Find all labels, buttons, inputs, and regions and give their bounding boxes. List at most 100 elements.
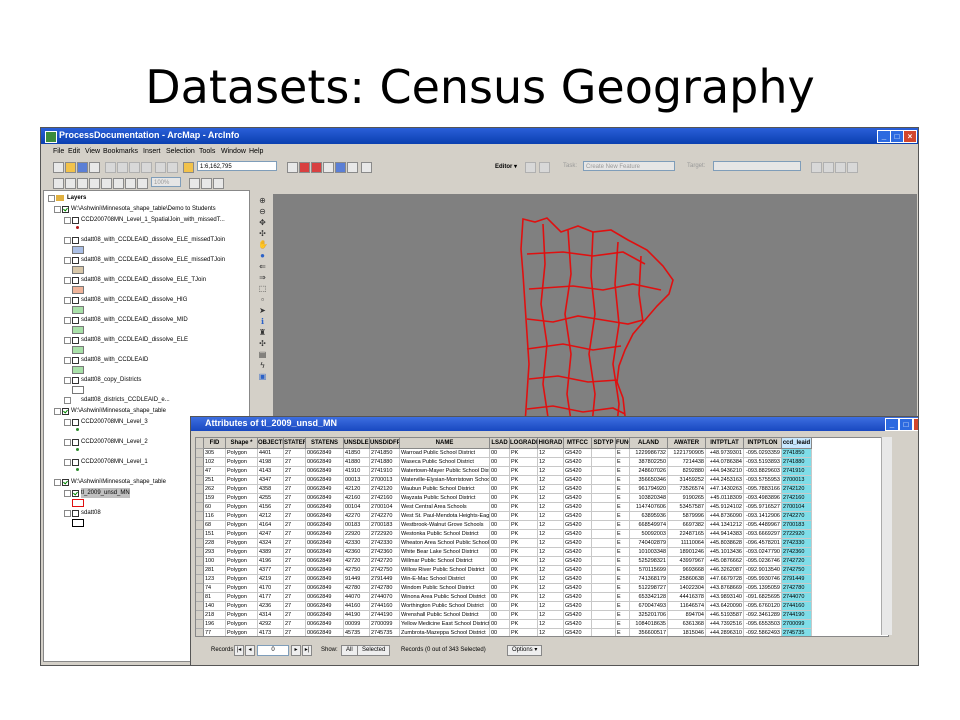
table-cell[interactable]: 27 — [284, 557, 306, 566]
table-cell[interactable]: 2744070 — [782, 593, 812, 602]
table-cell[interactable]: E — [616, 485, 630, 494]
table-cell[interactable]: G5420 — [564, 476, 592, 485]
expand-icon[interactable] — [64, 510, 71, 517]
table-cell[interactable]: 42270 — [344, 512, 370, 521]
table-cell[interactable]: 00662849 — [306, 557, 344, 566]
table-cell[interactable]: 00013 — [344, 476, 370, 485]
table-cell[interactable]: 12 — [538, 602, 564, 611]
redo-icon[interactable] — [167, 162, 178, 173]
table-cell[interactable]: 14022304 — [668, 584, 706, 593]
table-cell[interactable]: 12 — [538, 620, 564, 629]
table-cell[interactable]: Polygon — [226, 521, 258, 530]
table-cell[interactable]: 00662849 — [306, 620, 344, 629]
table-cell[interactable]: 2742120 — [370, 485, 400, 494]
expand-icon[interactable] — [64, 217, 71, 224]
expand-icon[interactable] — [64, 237, 71, 244]
attribute-vertical-scrollbar[interactable] — [881, 437, 892, 635]
table-cell[interactable]: 27 — [284, 566, 306, 575]
next-record-button[interactable]: ▸ — [291, 645, 301, 656]
column-header[interactable]: NAME — [400, 438, 490, 449]
column-header[interactable]: OBJECTID — [258, 438, 284, 449]
polygon-symbol-icon[interactable] — [72, 266, 84, 274]
table-cell[interactable]: -095.6553503 — [744, 620, 782, 629]
point-symbol-icon[interactable] — [76, 448, 79, 451]
table-cell[interactable]: G5420 — [564, 575, 592, 584]
table-cell[interactable]: 00 — [490, 458, 510, 467]
table-cell[interactable]: 159 — [204, 494, 226, 503]
table-cell[interactable]: E — [616, 476, 630, 485]
table-cell[interactable]: Willow River Public School District — [400, 566, 490, 575]
table-cell[interactable]: 9693668 — [668, 566, 706, 575]
table-cell[interactable]: 2791449 — [782, 575, 812, 584]
polygon-symbol-icon[interactable] — [72, 346, 84, 354]
table-cell[interactable]: 12 — [538, 530, 564, 539]
table-cell[interactable]: -093.0247790 — [744, 548, 782, 557]
layer-visibility-checkbox[interactable] — [72, 297, 79, 304]
table-cell[interactable]: Waterville-Elysian-Morristown School Dis — [400, 476, 490, 485]
sketch-tool-icon[interactable] — [539, 162, 550, 173]
table-cell[interactable]: 12 — [538, 449, 564, 458]
table-cell[interactable]: 2741880 — [782, 458, 812, 467]
table-cell[interactable]: 47 — [204, 467, 226, 476]
table-cell[interactable]: 00 — [490, 476, 510, 485]
model-builder-icon[interactable] — [347, 162, 358, 173]
show-selected-button[interactable]: Selected — [357, 645, 391, 656]
table-cell[interactable]: PK — [510, 521, 538, 530]
table-cell[interactable]: 25860638 — [668, 575, 706, 584]
row-selector[interactable] — [196, 566, 204, 575]
table-cell[interactable]: Polygon — [226, 467, 258, 476]
table-cell[interactable]: Polygon — [226, 584, 258, 593]
attr-maximize-button[interactable]: □ — [899, 418, 913, 431]
table-cell[interactable]: 81 — [204, 593, 226, 602]
table-cell[interactable]: 151 — [204, 530, 226, 539]
table-cell[interactable]: +47.1430263 — [706, 485, 744, 494]
expand-icon[interactable] — [54, 206, 61, 213]
table-cell[interactable]: Waubun Public School District — [400, 485, 490, 494]
table-cell[interactable]: Polygon — [226, 629, 258, 636]
row-selector[interactable] — [196, 539, 204, 548]
table-cell[interactable]: 4173 — [258, 629, 284, 636]
table-cell[interactable]: 2700099 — [782, 620, 812, 629]
table-cell[interactable]: 00662849 — [306, 503, 344, 512]
table-cell[interactable]: 2742360 — [370, 548, 400, 557]
table-cell[interactable]: 2742160 — [782, 494, 812, 503]
table-cell[interactable]: 2700104 — [782, 503, 812, 512]
table-cell[interactable]: E — [616, 566, 630, 575]
table-cell[interactable] — [592, 584, 616, 593]
menu-edit[interactable]: Edit — [68, 148, 80, 155]
table-cell[interactable]: 27 — [284, 503, 306, 512]
zoom-in-page-icon[interactable] — [53, 178, 64, 189]
table-cell[interactable]: 2744070 — [370, 593, 400, 602]
table-cell[interactable]: 00662849 — [306, 539, 344, 548]
table-cell[interactable]: 2742270 — [370, 512, 400, 521]
table-cell[interactable]: 4164 — [258, 521, 284, 530]
table-cell[interactable]: 27 — [284, 458, 306, 467]
table-cell[interactable]: G5420 — [564, 539, 592, 548]
table-cell[interactable]: 305 — [204, 449, 226, 458]
layer-visibility-checkbox[interactable] — [72, 257, 79, 264]
menu-bookmarks[interactable]: Bookmarks — [103, 148, 138, 155]
table-cell[interactable]: 18901246 — [668, 548, 706, 557]
table-cell[interactable]: Wrenshall Public School District — [400, 611, 490, 620]
table-cell[interactable]: E — [616, 575, 630, 584]
table-cell[interactable]: 12 — [538, 629, 564, 636]
table-cell[interactable]: -092.9013540 — [744, 566, 782, 575]
table-cell[interactable]: 50092003 — [630, 530, 668, 539]
table-cell[interactable]: G5420 — [564, 593, 592, 602]
table-cell[interactable]: 102 — [204, 458, 226, 467]
prev-record-button[interactable]: ◂ — [245, 645, 255, 656]
rotate-tool-icon[interactable] — [823, 162, 834, 173]
table-cell[interactable]: -095.0293359 — [744, 449, 782, 458]
table-cell[interactable]: 22487165 — [668, 530, 706, 539]
table-cell[interactable]: 4324 — [258, 539, 284, 548]
table-cell[interactable]: 325201706 — [630, 611, 668, 620]
table-cell[interactable]: 2745735 — [782, 629, 812, 636]
column-header[interactable]: UNSDLEA — [344, 438, 370, 449]
focus-data-frame-icon[interactable] — [201, 178, 212, 189]
table-cell[interactable]: E — [616, 611, 630, 620]
minimize-button[interactable]: _ — [877, 130, 891, 143]
row-selector[interactable] — [196, 503, 204, 512]
table-cell[interactable]: 00 — [490, 620, 510, 629]
collapse-icon[interactable] — [48, 195, 55, 202]
table-cell[interactable]: -095.7883166 — [744, 485, 782, 494]
